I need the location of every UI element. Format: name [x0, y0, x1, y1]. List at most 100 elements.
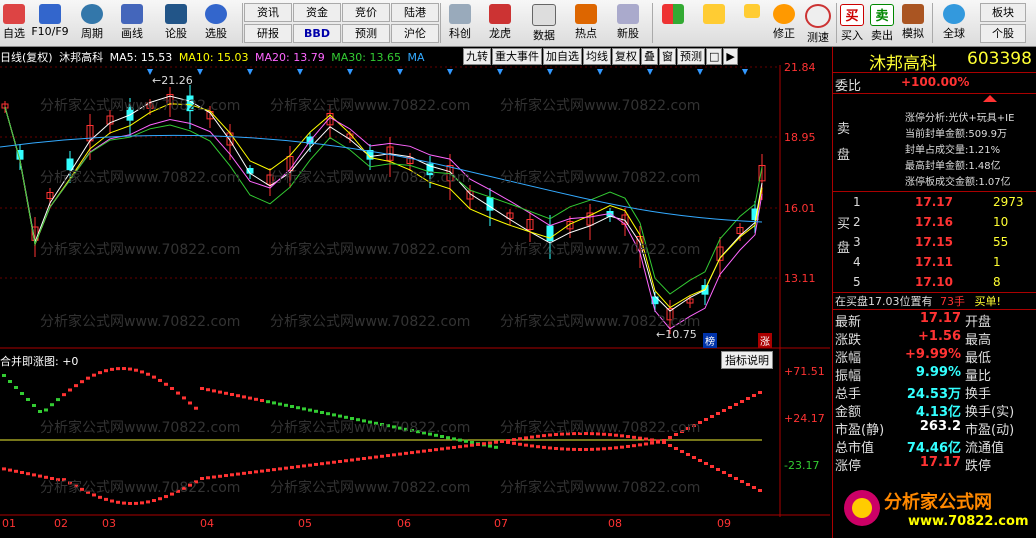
limit-up-tag[interactable]: 涨 [758, 333, 772, 348]
indicator-dot [236, 394, 240, 398]
indicator-dot [590, 432, 594, 436]
weibi-label: 委比 [835, 79, 862, 94]
news-button[interactable]: 资讯 [244, 3, 292, 22]
ipo-button[interactable]: 新股 [610, 2, 646, 44]
watchlist-button[interactable]: 自选 [0, 2, 28, 44]
bid-row[interactable]: 4 17.11 1 [853, 255, 1033, 275]
indicator-dot [158, 378, 162, 382]
legend-stock-name: 沐邦高科 [59, 51, 104, 64]
forecast-button[interactable]: 预测 [342, 24, 390, 43]
layout-button[interactable] [658, 2, 688, 44]
quote-value: 9.99% [915, 365, 961, 380]
f10-button[interactable]: F10/F9 [30, 2, 70, 44]
bid-row[interactable]: 3 17.15 55 [853, 235, 1033, 255]
indicator-dot [20, 471, 24, 474]
indicator-dot [230, 393, 234, 396]
indicator-dot [176, 391, 180, 395]
indicator-help-button[interactable]: 指标说明 [721, 351, 773, 369]
adjust-button[interactable]: 复权 [612, 48, 640, 65]
indicator-dot [638, 436, 642, 440]
indicator-dot [632, 444, 636, 448]
overlay-button[interactable]: 叠 [641, 48, 658, 65]
page-up-button[interactable] [740, 2, 764, 44]
indicator-dot [620, 445, 624, 449]
speed-test-button[interactable]: 测速 [802, 2, 834, 44]
indicator-dot [242, 471, 246, 475]
window-button[interactable]: 窗 [659, 48, 676, 65]
bid-row[interactable]: 1 17.17 2973 [853, 195, 1033, 215]
fix-button[interactable]: 修正 [768, 2, 800, 44]
bbd-button[interactable]: BBD [293, 24, 341, 43]
indicator-dot [266, 468, 270, 472]
sell-side-label: 卖盘 [837, 122, 851, 163]
dragon-tiger-button[interactable]: 龙虎 [482, 2, 518, 44]
sell-button[interactable]: 卖卖出 [868, 2, 896, 44]
period-label[interactable]: 日线(复权) [0, 51, 53, 64]
indicator-dot [596, 432, 600, 436]
buy-side-label: 买盘 [837, 217, 851, 256]
add-watchlist-button[interactable]: 加自选 [543, 48, 582, 65]
quote-row: 涨幅 +9.99% 最低 [835, 347, 1035, 366]
kline-chart[interactable] [0, 47, 830, 538]
indicator-dot [8, 468, 12, 472]
divider [833, 191, 1036, 192]
forum-button[interactable]: 论股 [158, 2, 194, 44]
indicator-dot [356, 418, 360, 422]
indicator-dot [212, 389, 216, 393]
indicator-tick: -23.17 [784, 459, 820, 472]
simulate-button[interactable]: 模拟 [898, 2, 928, 44]
expand-icon[interactable]: ▶ [723, 48, 738, 65]
indicator-dot [710, 465, 714, 468]
stock-button[interactable]: 个股 [980, 24, 1026, 43]
star-market-button[interactable]: 科创 [442, 2, 478, 44]
indicator-dot [362, 457, 366, 461]
indicator-dot [62, 478, 66, 482]
indicator-dot [344, 459, 348, 463]
quote-row: 振幅 9.99% 量比 [835, 365, 1035, 384]
back-button[interactable] [698, 2, 730, 44]
draw-line-button[interactable]: 画线 [114, 2, 150, 44]
period-button[interactable]: 周期 [74, 2, 110, 44]
research-button[interactable]: 研报 [244, 24, 292, 43]
hot-spot-button[interactable]: 热点 [568, 2, 604, 44]
stock-picker-button[interactable]: 选股 [198, 2, 234, 44]
buy-button[interactable]: 买买入 [838, 2, 866, 44]
indicator-dot [290, 405, 294, 408]
sector-button[interactable]: 板块 [980, 3, 1026, 22]
indicator-dot [194, 480, 198, 484]
shanghai-london-button[interactable]: 沪伦 [391, 24, 439, 43]
auction-button[interactable]: 竞价 [342, 3, 390, 22]
hk-connect-button[interactable]: 陆港 [391, 3, 439, 22]
indicator-dot [548, 433, 552, 437]
event-marker [297, 69, 303, 75]
ma-button[interactable]: 均线 [583, 48, 611, 65]
indicator-dot [422, 449, 426, 453]
quote-value: 24.53万 [906, 387, 961, 402]
indicator-dot [434, 433, 438, 437]
global-button[interactable]: 全球 [936, 2, 972, 44]
indicator-dot [290, 465, 294, 469]
data-button[interactable]: 数据 [526, 2, 562, 44]
funds-button[interactable]: 资金 [293, 3, 341, 22]
bid-row[interactable]: 2 17.16 10 [853, 215, 1033, 235]
major-events-button[interactable]: 重大事件 [492, 48, 542, 65]
quote-label: 总手 [835, 387, 862, 402]
indicator-dot [512, 438, 516, 442]
event-marker [497, 69, 503, 75]
indicator-dot [572, 432, 576, 436]
stopwatch-icon [805, 4, 831, 28]
chart-area[interactable]: 分析家公式网www.70822.com 分析家公式网www.70822.com … [0, 47, 830, 538]
collapse-icon[interactable] [983, 95, 997, 102]
ranking-tag[interactable]: 榜 [703, 333, 717, 348]
quote-label: 总市值 [835, 441, 875, 456]
indicator-dot [386, 454, 390, 458]
forecast-tool-button[interactable]: 预测 [677, 48, 705, 65]
indicator-dot [404, 427, 408, 431]
indicator-dot [746, 483, 750, 486]
lock-icon[interactable]: □ [706, 48, 723, 65]
nine-turn-button[interactable]: 九转 [463, 48, 491, 65]
date-tick: 07 [494, 517, 508, 530]
indicator-dot [32, 473, 36, 477]
indicator-dot [680, 430, 684, 433]
indicator-dot [728, 406, 732, 409]
